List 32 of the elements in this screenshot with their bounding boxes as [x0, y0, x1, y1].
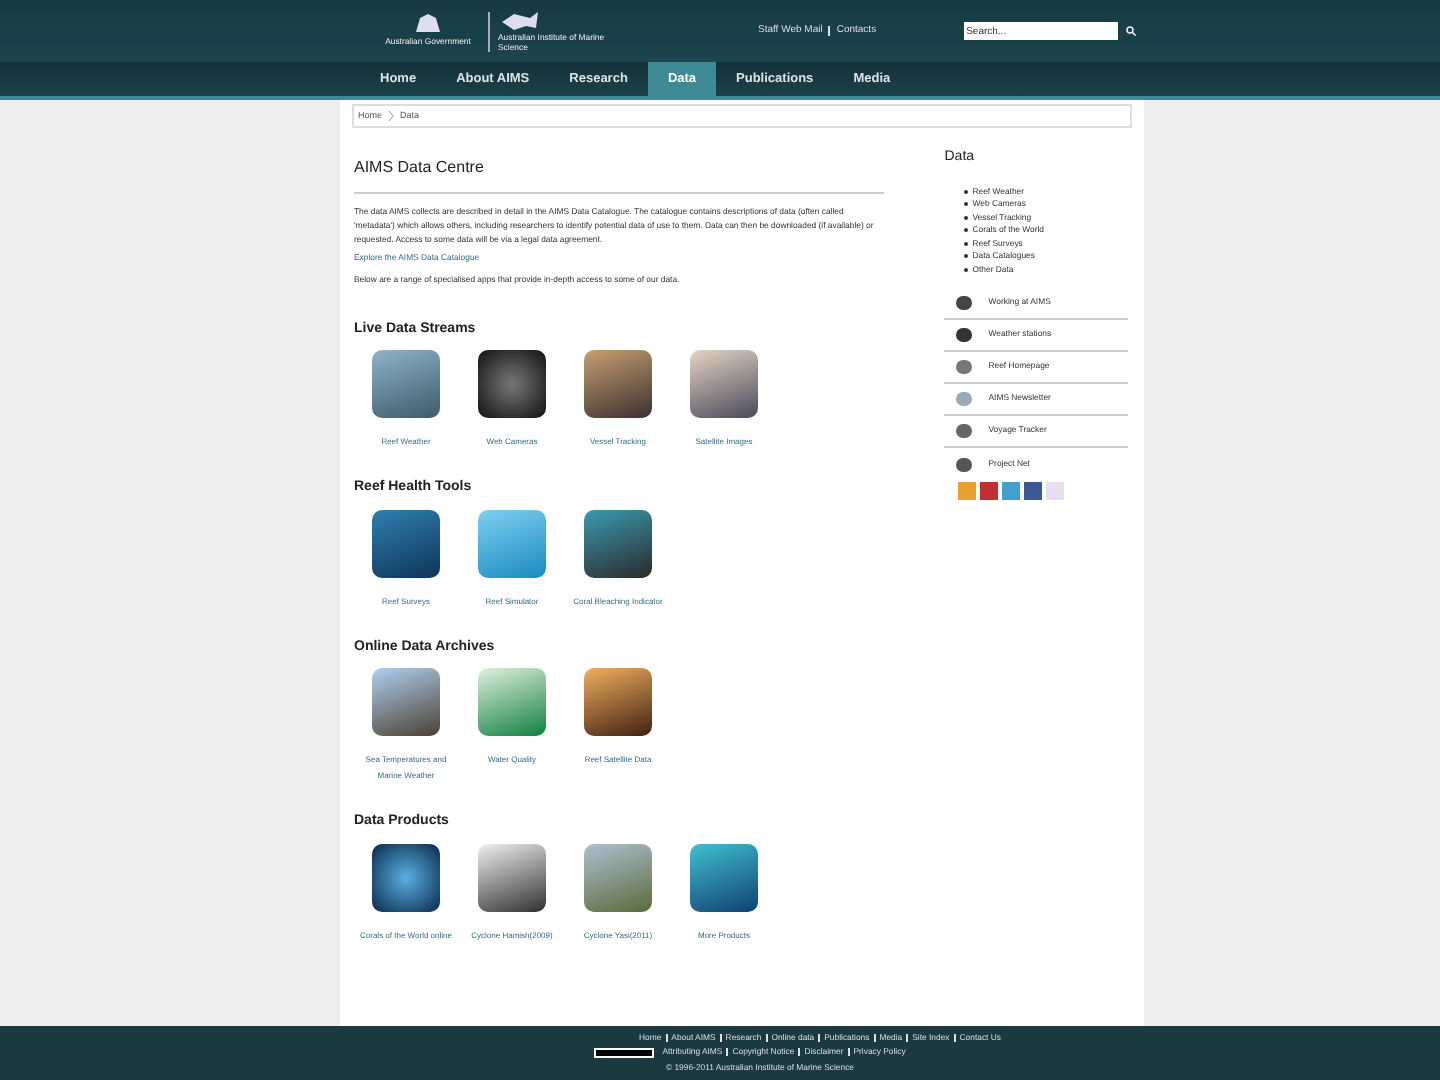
feature-icon	[956, 328, 973, 342]
chevron-icon	[388, 110, 395, 122]
photo-placeholder	[372, 350, 440, 419]
page-title: AIMS Data Centre	[354, 156, 486, 180]
photo-placeholder	[478, 350, 546, 419]
bullet-icon	[964, 241, 969, 246]
feature-icon	[956, 457, 973, 471]
bullet-icon	[964, 254, 969, 259]
bullet-icon	[964, 215, 969, 220]
photo-placeholder	[584, 843, 652, 912]
photo-placeholder	[478, 668, 546, 737]
photo-placeholder	[690, 843, 758, 912]
photo-placeholder	[478, 843, 546, 912]
bullet-icon	[964, 189, 969, 194]
badge-icon	[594, 1047, 655, 1058]
photo-placeholder	[584, 668, 652, 737]
feature-icon	[956, 424, 973, 438]
photo-placeholder	[584, 350, 652, 419]
photo-placeholder	[478, 509, 546, 578]
photo-placeholder	[372, 843, 440, 912]
photo-placeholder	[372, 509, 440, 578]
feature-icon	[956, 296, 973, 310]
bullet-icon	[964, 228, 969, 233]
photo-placeholder	[372, 668, 440, 737]
fish-logo-icon	[498, 10, 542, 32]
photo-placeholder	[690, 350, 758, 419]
search-icon[interactable]	[1126, 26, 1137, 36]
bullet-icon	[964, 202, 969, 207]
bullet-icon	[964, 267, 969, 272]
feature-icon	[956, 360, 973, 374]
feature-icon	[956, 392, 973, 406]
photo-placeholder	[584, 509, 652, 578]
